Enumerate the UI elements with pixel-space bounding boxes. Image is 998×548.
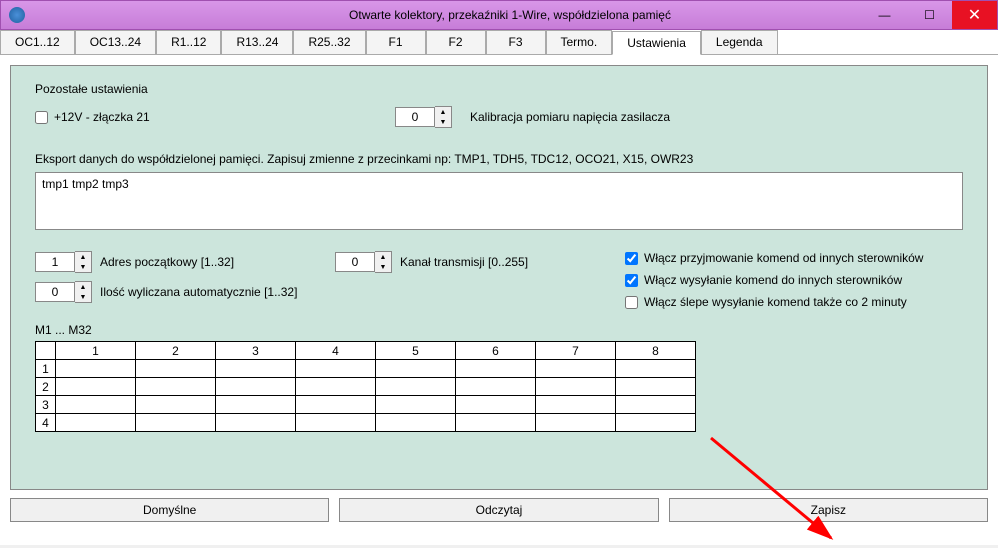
addr-start-label: Adres początkowy [1..32] (100, 255, 234, 269)
auto-count-label: Ilość wyliczana automatycznie [1..32] (100, 285, 297, 299)
section-title: Pozostałe ustawienia (35, 82, 963, 96)
checkbox-blind[interactable]: Włącz ślepe wysyłanie komend także co 2 … (625, 295, 907, 309)
close-button[interactable]: ✕ (952, 1, 997, 29)
window-title: Otwarte kolektory, przekaźniki 1-Wire, w… (31, 8, 989, 22)
channel-input[interactable] (335, 252, 375, 272)
grid-col-3: 3 (216, 342, 296, 360)
calibration-up[interactable]: ▲ (435, 107, 451, 117)
grid-col-2: 2 (136, 342, 216, 360)
titlebar: Otwarte kolektory, przekaźniki 1-Wire, w… (0, 0, 998, 30)
addr-start-input[interactable] (35, 252, 75, 272)
calibration-down[interactable]: ▼ (435, 117, 451, 127)
grid-row-4[interactable]: 4 (36, 414, 696, 432)
checkbox-receive-label: Włącz przyjmowanie komend od innych ster… (644, 251, 923, 265)
grid-row-1[interactable]: 1 (36, 360, 696, 378)
app-icon (9, 7, 25, 23)
settings-panel: Pozostałe ustawienia +12V - złączka 21 ▲… (10, 65, 988, 490)
addr-start-up[interactable]: ▲ (75, 252, 91, 262)
checkbox-send[interactable]: Włącz wysyłanie komend do innych sterown… (625, 273, 902, 287)
content-area: Pozostałe ustawienia +12V - złączka 21 ▲… (0, 55, 998, 545)
minimize-button[interactable]: — (862, 1, 907, 29)
grid-col-7: 7 (536, 342, 616, 360)
checkbox-blind-label: Włącz ślepe wysyłanie komend także co 2 … (644, 295, 907, 309)
tab-f1[interactable]: F1 (366, 30, 426, 54)
bottom-button-bar: Domyślne Odczytaj Zapisz (10, 498, 988, 522)
tab-legenda[interactable]: Legenda (701, 30, 778, 54)
grid-corner (36, 342, 56, 360)
tab-f3[interactable]: F3 (486, 30, 546, 54)
grid-row-3[interactable]: 3 (36, 396, 696, 414)
checkbox-12v-input[interactable] (35, 111, 48, 124)
channel-up[interactable]: ▲ (375, 252, 391, 262)
auto-count-up[interactable]: ▲ (75, 282, 91, 292)
grid-row-2[interactable]: 2 (36, 378, 696, 396)
checkbox-send-label: Włącz wysyłanie komend do innych sterown… (644, 273, 902, 287)
annotation-arrow (701, 428, 861, 548)
defaults-button[interactable]: Domyślne (10, 498, 329, 522)
channel-spinner[interactable]: ▲ ▼ (335, 251, 392, 273)
export-label: Eksport danych do współdzielonej pamięci… (35, 152, 963, 166)
auto-count-spinner[interactable]: ▲ ▼ (35, 281, 92, 303)
maximize-button[interactable]: ☐ (907, 1, 952, 29)
grid-col-8: 8 (616, 342, 696, 360)
tab-f2[interactable]: F2 (426, 30, 486, 54)
save-button[interactable]: Zapisz (669, 498, 988, 522)
checkbox-12v[interactable]: +12V - złączka 21 (35, 110, 395, 124)
grid-col-4: 4 (296, 342, 376, 360)
checkbox-12v-label: +12V - złączka 21 (54, 110, 150, 124)
checkbox-blind-input[interactable] (625, 296, 638, 309)
addr-start-down[interactable]: ▼ (75, 262, 91, 272)
export-textarea[interactable] (35, 172, 963, 230)
read-button[interactable]: Odczytaj (339, 498, 658, 522)
calibration-input[interactable] (395, 107, 435, 127)
grid-col-6: 6 (456, 342, 536, 360)
calibration-spinner[interactable]: ▲ ▼ (395, 106, 452, 128)
tab-termo[interactable]: Termo. (546, 30, 613, 54)
addr-start-spinner[interactable]: ▲ ▼ (35, 251, 92, 273)
checkbox-receive[interactable]: Włącz przyjmowanie komend od innych ster… (625, 251, 923, 265)
tab-oc13-24[interactable]: OC13..24 (75, 30, 156, 54)
auto-count-down[interactable]: ▼ (75, 292, 91, 302)
m-label: M1 ... M32 (35, 323, 963, 337)
grid-col-5: 5 (376, 342, 456, 360)
m-grid[interactable]: 1 2 3 4 5 6 7 8 1 2 3 4 (35, 341, 696, 432)
calibration-label: Kalibracja pomiaru napięcia zasilacza (470, 110, 670, 124)
tab-r1-12[interactable]: R1..12 (156, 30, 221, 54)
channel-label: Kanał transmisji [0..255] (400, 255, 528, 269)
tab-ustawienia[interactable]: Ustawienia (612, 31, 701, 55)
auto-count-input[interactable] (35, 282, 75, 302)
tab-bar: OC1..12 OC13..24 R1..12 R13..24 R25..32 … (0, 30, 998, 55)
checkbox-send-input[interactable] (625, 274, 638, 287)
tab-r13-24[interactable]: R13..24 (221, 30, 293, 54)
grid-col-1: 1 (56, 342, 136, 360)
tab-oc1-12[interactable]: OC1..12 (0, 30, 75, 54)
channel-down[interactable]: ▼ (375, 262, 391, 272)
window-controls: — ☐ ✕ (862, 1, 997, 29)
checkbox-receive-input[interactable] (625, 252, 638, 265)
tab-r25-32[interactable]: R25..32 (293, 30, 365, 54)
